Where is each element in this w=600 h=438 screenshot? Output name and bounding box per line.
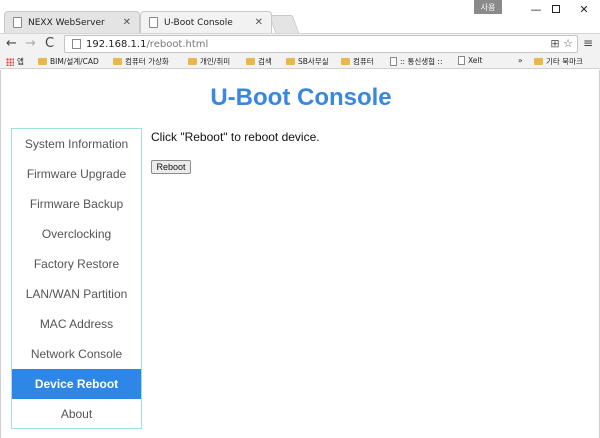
nav-mac-address[interactable]: MAC Address: [12, 309, 141, 339]
tab-label: NEXX WebServer: [28, 17, 105, 28]
url-path: /reboot.html: [146, 38, 209, 50]
nav-device-reboot[interactable]: Device Reboot: [12, 369, 141, 399]
close-window-icon[interactable]: ✕: [568, 0, 600, 18]
omnibox-actions: ⊞ ☆: [550, 37, 573, 50]
tab-label: U-Boot Console: [164, 17, 233, 28]
page-icon: [13, 17, 22, 28]
translate-icon[interactable]: ⊞: [550, 37, 559, 50]
bookmark-label: SB사무실: [298, 57, 329, 66]
folder-icon: [534, 58, 543, 65]
bookmark-folder[interactable]: 컴퓨터: [341, 56, 374, 67]
page-icon: [149, 17, 158, 28]
new-tab-button[interactable]: [268, 15, 300, 33]
bookmark-label: 앱: [17, 57, 24, 66]
bookmark-label: 컴퓨터: [353, 57, 374, 66]
bookmark-folder[interactable]: 개인/취미: [188, 56, 230, 67]
bookmark-folder[interactable]: SB사무실: [286, 56, 329, 67]
nav-overclocking[interactable]: Overclocking: [12, 219, 141, 249]
title-bar: NEXX WebServer ✕ U-Boot Console ✕ 사용 — ✕: [0, 0, 600, 33]
bookmarks-overflow[interactable]: »: [518, 56, 523, 65]
bookmark-link[interactable]: Xelt: [458, 56, 482, 65]
page-content: U-Boot Console System Information Firmwa…: [0, 70, 600, 438]
address-bar[interactable]: 192.168.1.1/reboot.html ⊞ ☆: [64, 35, 578, 53]
bookmark-label: :: 통신생협 ::: [400, 57, 443, 66]
apps-icon: [6, 57, 14, 66]
nav-firmware-backup[interactable]: Firmware Backup: [12, 189, 141, 219]
bookmark-link[interactable]: :: 통신생협 ::: [390, 56, 442, 67]
folder-icon: [38, 58, 47, 65]
tab-close-icon[interactable]: ✕: [123, 17, 131, 28]
browser-toolbar: ← → C 192.168.1.1/reboot.html ⊞ ☆ ≡: [0, 33, 600, 53]
tab-uboot-console[interactable]: U-Boot Console ✕: [140, 11, 272, 33]
url-text[interactable]: 192.168.1.1/reboot.html: [86, 39, 208, 50]
user-badge[interactable]: 사용: [474, 0, 502, 14]
page-icon: [390, 57, 397, 66]
reboot-button[interactable]: Reboot: [151, 160, 191, 174]
nav-network-console[interactable]: Network Console: [12, 339, 141, 369]
page-icon: [458, 56, 465, 65]
bookmark-label: 컴퓨터 가상화: [125, 57, 169, 66]
folder-icon: [341, 58, 350, 65]
folder-icon: [246, 58, 255, 65]
bookmark-apps[interactable]: 앱: [6, 56, 24, 67]
bookmark-star-icon[interactable]: ☆: [563, 37, 573, 50]
tab-close-icon[interactable]: ✕: [255, 17, 263, 28]
nav-firmware-upgrade[interactable]: Firmware Upgrade: [12, 159, 141, 189]
page-title: U-Boot Console: [210, 84, 392, 111]
folder-icon: [286, 58, 295, 65]
page-info-icon[interactable]: [72, 39, 81, 49]
nav-lan-wan-partition[interactable]: LAN/WAN Partition: [12, 279, 141, 309]
reboot-instruction: Click "Reboot" to reboot device.: [151, 130, 320, 144]
bookmark-folder[interactable]: 컴퓨터 가상화: [113, 56, 169, 67]
bookmarks-bar: 앱 BIM/설계/CAD 컴퓨터 가상화 개인/취미 검색 SB사무실 컴퓨터 …: [0, 53, 600, 69]
folder-icon: [113, 58, 122, 65]
bookmark-label: 개인/취미: [200, 57, 231, 66]
bookmark-label: 기타 북마크: [546, 57, 583, 66]
bookmark-label: BIM/설계/CAD: [50, 57, 99, 66]
url-host: 192.168.1.1: [86, 38, 147, 50]
other-bookmarks[interactable]: 기타 북마크: [534, 56, 583, 67]
nav-system-information[interactable]: System Information: [12, 129, 141, 159]
back-arrow-icon[interactable]: ←: [6, 35, 17, 53]
menu-icon[interactable]: ≡: [583, 36, 593, 50]
bookmark-folder[interactable]: BIM/설계/CAD: [38, 56, 99, 67]
nav-about[interactable]: About: [12, 399, 141, 429]
bookmark-label: 검색: [258, 57, 272, 66]
nav-factory-restore[interactable]: Factory Restore: [12, 249, 141, 279]
bookmark-label: Xelt: [468, 56, 483, 65]
side-nav: System Information Firmware Upgrade Firm…: [11, 128, 142, 429]
folder-icon: [188, 58, 197, 65]
forward-arrow-icon[interactable]: →: [25, 35, 36, 53]
bookmark-folder[interactable]: 검색: [246, 56, 272, 67]
tab-nexx-webserver[interactable]: NEXX WebServer ✕: [4, 11, 140, 33]
reload-icon[interactable]: C: [45, 35, 54, 53]
